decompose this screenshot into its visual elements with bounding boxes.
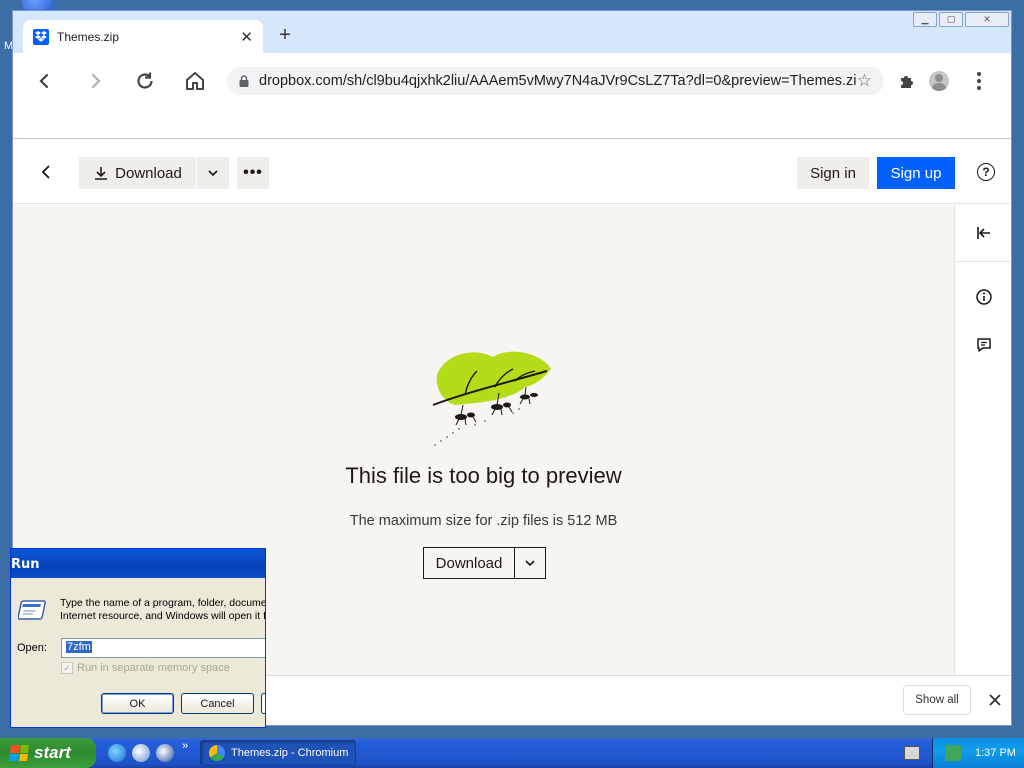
keyboard-icon[interactable] [904, 746, 920, 760]
run-dialog-title[interactable]: Run [11, 549, 265, 578]
tab-themes-zip[interactable]: Themes.zip ✕ [23, 20, 263, 53]
dropbox-header: Download ••• Sign in Sign up ? [13, 140, 1011, 204]
reload-icon[interactable] [131, 67, 159, 95]
more-actions-button[interactable]: ••• [237, 157, 269, 189]
media-player-icon[interactable] [156, 744, 174, 762]
separate-memory-checkbox[interactable]: ✓ [61, 662, 73, 674]
tab-close-icon[interactable]: ✕ [240, 28, 253, 46]
window-controls: ▁ ▢ ✕ [913, 12, 1009, 27]
chevron-down-icon [208, 170, 218, 177]
cancel-button[interactable]: Cancel [181, 693, 254, 714]
lock-icon[interactable] [239, 75, 249, 87]
address-bar[interactable]: dropbox.com/sh/cl9bu4qjxhk2liu/AAAem5vMw… [227, 67, 884, 95]
chevron-down-icon [525, 560, 535, 567]
outlook-express-icon[interactable] [132, 744, 150, 762]
download-button-label: Download [115, 164, 182, 182]
browser-menu-icon[interactable] [965, 67, 993, 95]
sign-up-button[interactable]: Sign up [877, 157, 955, 189]
preview-download-button[interactable]: Download [424, 548, 515, 578]
run-dialog-title-text: Run [11, 557, 40, 572]
forward-arrow-icon[interactable] [81, 67, 109, 95]
separate-memory-option: ✓ Run in separate memory space [61, 662, 230, 674]
profile-avatar[interactable] [925, 67, 953, 95]
separate-memory-label: Run in separate memory space [77, 662, 230, 674]
dropbox-favicon-icon [33, 28, 49, 45]
download-icon [95, 167, 108, 180]
run-dialog-description: Type the name of a program, folder, docu… [60, 597, 266, 623]
download-button[interactable]: Download [79, 157, 196, 189]
system-tray: 1:37 PM [932, 738, 1024, 768]
url-text[interactable]: dropbox.com/sh/cl9bu4qjxhk2liu/AAAem5vMw… [259, 73, 857, 89]
chromium-icon [209, 745, 225, 761]
preview-subtitle: The maximum size for .zip files is 512 M… [349, 513, 618, 529]
run-dialog: Run Type the name of a program, folder, … [10, 548, 266, 728]
show-all-downloads-button[interactable]: Show all [903, 685, 971, 715]
preview-title: This file is too big to preview [345, 463, 622, 488]
windows-logo-icon [9, 745, 29, 761]
quicklaunch-more-icon[interactable]: » [182, 740, 188, 752]
preview-download-split-button: Download [423, 547, 546, 579]
back-arrow-icon[interactable] [31, 67, 59, 95]
tab-strip: Themes.zip ✕ + ▁ ▢ ✕ [13, 11, 1011, 53]
network-icon[interactable] [945, 745, 961, 761]
run-program-icon [18, 600, 46, 620]
ants-carrying-leaf-illustration [432, 351, 551, 446]
download-options-button[interactable] [197, 157, 229, 189]
taskbar-item-chromium[interactable]: Themes.zip - Chromium [200, 740, 356, 766]
open-label: Open: [17, 642, 47, 654]
collapse-panel-icon[interactable] [972, 221, 996, 245]
profile-icon [929, 71, 949, 91]
help-icon[interactable]: ? [977, 163, 995, 181]
start-label: start [34, 743, 71, 762]
start-button[interactable]: start [0, 738, 96, 768]
tab-title: Themes.zip [57, 29, 120, 44]
maximize-button[interactable]: ▢ [939, 12, 963, 27]
internet-explorer-icon[interactable] [108, 744, 126, 762]
rail-divider [955, 261, 1011, 262]
clock: 1:37 PM [975, 747, 1016, 759]
browser-toolbar: dropbox.com/sh/cl9bu4qjxhk2liu/AAAem5vMw… [13, 53, 1011, 109]
sign-in-button[interactable]: Sign in [797, 157, 869, 189]
browse-button[interactable] [261, 693, 265, 714]
taskbar-item-label: Themes.zip - Chromium [231, 747, 349, 759]
preview-download-options-button[interactable] [515, 548, 545, 578]
extensions-puzzle-icon[interactable] [893, 67, 921, 95]
comment-icon[interactable] [972, 333, 996, 357]
side-rail [954, 205, 1011, 675]
open-input-value: 7zfm [66, 641, 92, 653]
new-tab-button[interactable]: + [273, 24, 297, 48]
back-chevron-icon[interactable] [35, 160, 59, 184]
close-shelf-icon[interactable] [985, 690, 1005, 710]
taskbar: start » Themes.zip - Chromium 1:37 PM [0, 738, 1024, 768]
ok-button[interactable]: OK [101, 693, 174, 714]
open-input[interactable]: 7zfm [61, 638, 265, 658]
info-icon[interactable] [972, 285, 996, 309]
bookmarks-bar [13, 109, 1011, 139]
run-description-line-1: Type the name of a program, folder, docu… [60, 597, 266, 609]
bookmark-star-icon[interactable]: ☆ [857, 71, 872, 91]
run-description-line-2: Internet resource, and Windows will open… [60, 610, 266, 622]
minimize-button[interactable]: ▁ [913, 12, 937, 27]
home-icon[interactable] [181, 67, 209, 95]
close-window-button[interactable]: ✕ [965, 12, 1009, 27]
